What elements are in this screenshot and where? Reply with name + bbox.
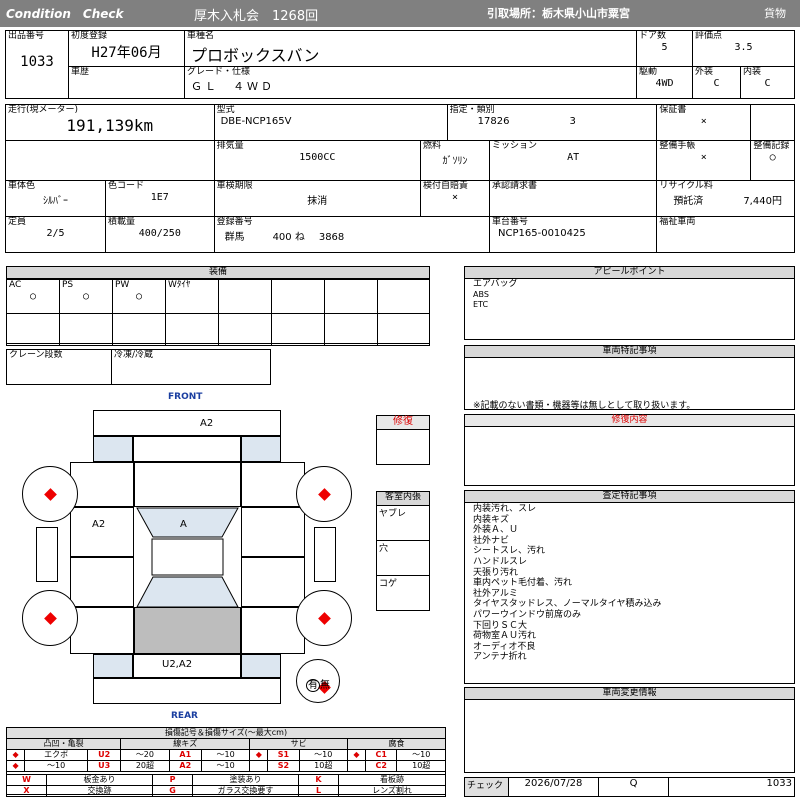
transmission: AT <box>567 152 580 163</box>
liability-insurance: × <box>452 192 459 203</box>
cabin-lining-box: 客室内張 ヤブレ 穴 コゲ <box>376 491 430 611</box>
inspection-note-line: 車内ペット毛付着、汚れ <box>473 578 573 589</box>
wheel-rear-left <box>22 590 78 646</box>
inspection-note-line: 内装汚れ、スレ <box>473 504 537 514</box>
inspection-note-line: 荷物室ＡＵ汚れ <box>473 631 537 642</box>
inspection-note-line: 社外アルミ <box>473 588 518 599</box>
repair-details: 修復内容 <box>464 414 795 486</box>
mileage: 191,139km <box>66 116 154 135</box>
wheel-front-right <box>296 466 352 522</box>
inspection-note-line: 天張り汚れ <box>473 567 519 578</box>
model-code: DBE-NCP165V <box>220 116 292 127</box>
footer-lot: 1033 <box>668 777 795 797</box>
body-color: ｼﾙﾊﾞｰ <box>43 196 68 207</box>
damage-legend: 損傷記号＆損傷サイズ(〜最大cm) 凸凹・亀裂 線キズ サビ 腐食 ◆ エクボ U2 〜20… <box>5 727 447 797</box>
vehicle-change-info: 車両変更情報 <box>464 687 795 773</box>
header-bar: Condition Check 厚木入札会 1268回 引取場所：栃木県小山市粟… <box>0 0 800 27</box>
crane-freezer: クレーン段数 冷凍/冷蔵 <box>6 349 271 385</box>
inspection-notes: 査定特記事項 内装汚れ、スレ 内装キズ 外装Ａ、Ｕ 社外ナビ シートスレ、汚れ ハンドルス… <box>464 490 795 684</box>
inspection-note-line: 下回りＳＣ大 <box>473 620 528 631</box>
inspection-note-line: 内装キズ <box>473 514 510 525</box>
vehicle-info-mid: 走行(現メーター) 191,139km 型式 DBE-NCP165V 指定・類別 17… <box>5 104 795 253</box>
car-name: プロボックスバン <box>191 46 320 65</box>
color-code: 1E7 <box>150 192 169 203</box>
chassis-number: NCP165-0010425 <box>498 228 586 239</box>
fuel: ｶﾞｿﾘﾝ <box>442 156 468 167</box>
vehicle-info-top: 出品番号 1033 初度登録 H27年06月 車種名 プロボックスバン ドア数 5 評価… <box>5 30 795 99</box>
appeal-points: アピールポイント エアバッグ ABS ETC <box>464 266 795 340</box>
drive-type: 4WD <box>655 78 674 89</box>
exterior-grade: C <box>713 78 720 89</box>
recycle-fee: 7,440円 <box>743 196 782 207</box>
displacement: 1500CC <box>299 152 336 163</box>
condition-check-title: Condition Check <box>6 7 124 21</box>
score: 3.5 <box>734 42 753 53</box>
lot-number: 1033 <box>20 54 54 70</box>
pickup-location: 引取場所：栃木県小山市粟宮 <box>487 7 630 20</box>
first-registration: H27年06月 <box>91 45 162 61</box>
repair-box: 修復 <box>376 415 430 465</box>
auction-title: 厚木入札会 1268回 <box>194 9 319 24</box>
interior-grade: C <box>764 78 771 89</box>
inspection-note-line: アンテナ折れ <box>473 652 527 663</box>
maintenance-book: × <box>700 152 707 163</box>
wheel-rear-right <box>296 590 352 646</box>
inspection-note-line: タイヤスタッドレス、ノーマルタイヤ積み込み <box>473 599 662 610</box>
front-label: FRONT <box>168 392 203 402</box>
inspection-note-line: 社外ナビ <box>473 535 510 546</box>
inspection-note-line: パワーウインドウ前席のみ <box>473 609 582 620</box>
door-count: 5 <box>661 42 668 53</box>
rear-label: REAR <box>171 711 198 721</box>
inspection-note-line: ハンドルスレ <box>473 556 528 567</box>
capacity: 2/5 <box>46 228 65 239</box>
recycle-status: 預託済 <box>673 196 704 207</box>
load-capacity: 400/250 <box>138 228 181 239</box>
warranty: × <box>700 116 707 127</box>
inspection-note-line: 外装Ａ、Ｕ <box>473 525 519 536</box>
inspection-note-line: オーディオ不良 <box>473 641 536 652</box>
inspection-expiry: 抹消 <box>307 196 328 207</box>
special-notes: 車両特記事項 ※記載のない書類・機器等は無しとして取り扱います。 <box>464 345 795 411</box>
wheel-front-left <box>22 466 78 522</box>
inspection-note-line: シートスレ、汚れ <box>473 546 546 557</box>
maintenance-record: ○ <box>769 152 776 163</box>
grade: ＧＬ ４ＷＤ <box>191 80 275 93</box>
check-date: 2026/07/28 <box>508 777 599 797</box>
footer-check: チェック 2026/07/28 Q 1033 <box>464 777 795 797</box>
vehicle-category: 貨物 <box>764 7 786 20</box>
equipment-panel: 装備 AC ○ PS ○ PW ○ Wﾀｲﾔ <box>6 266 430 346</box>
